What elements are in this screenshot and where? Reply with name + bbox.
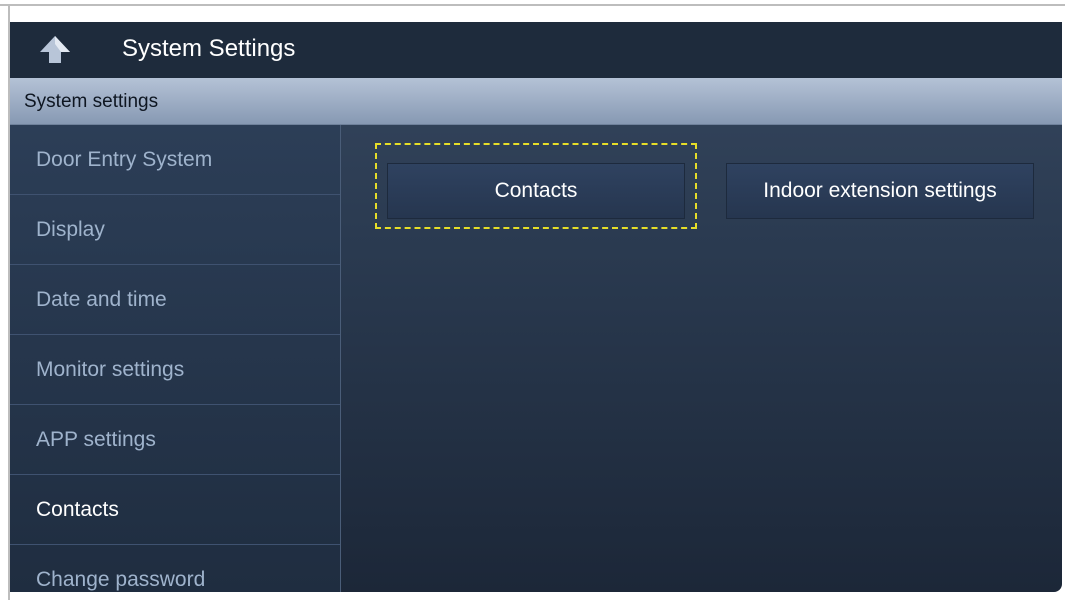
up-arrow-icon[interactable] [36,32,74,68]
sidebar-item-door-entry-system[interactable]: Door Entry System [10,125,340,195]
sidebar-item-label: Monitor settings [36,358,185,381]
settings-screen: System Settings System settings Door Ent… [10,22,1062,592]
section-label: System settings [24,91,159,112]
sidebar-item-date-and-time[interactable]: Date and time [10,265,340,335]
sidebar-item-label: Change password [36,568,206,591]
sidebar-item-label: Door Entry System [36,148,213,171]
sidebar-item-monitor-settings[interactable]: Monitor settings [10,335,340,405]
sidebar-item-change-password[interactable]: Change password [10,545,340,592]
page-title: System Settings [122,35,296,62]
sidebar-item-label: APP settings [36,428,156,451]
indoor-extension-settings-button[interactable]: Indoor extension settings [726,163,1034,219]
window-frame-top [0,4,1065,6]
sidebar-item-label: Date and time [36,288,167,311]
sidebar-item-app-settings[interactable]: APP settings [10,405,340,475]
sidebar-item-contacts[interactable]: Contacts [10,475,340,545]
section-header: System settings [10,78,1062,125]
main-content: Contacts Indoor extension settings [341,125,1062,592]
contacts-button[interactable]: Contacts [387,163,685,219]
sidebar: Door Entry System Display Date and time … [10,125,341,592]
title-bar: System Settings [10,22,1062,78]
sidebar-item-display[interactable]: Display [10,195,340,265]
sidebar-item-label: Contacts [36,498,119,521]
sidebar-item-label: Display [36,218,105,241]
